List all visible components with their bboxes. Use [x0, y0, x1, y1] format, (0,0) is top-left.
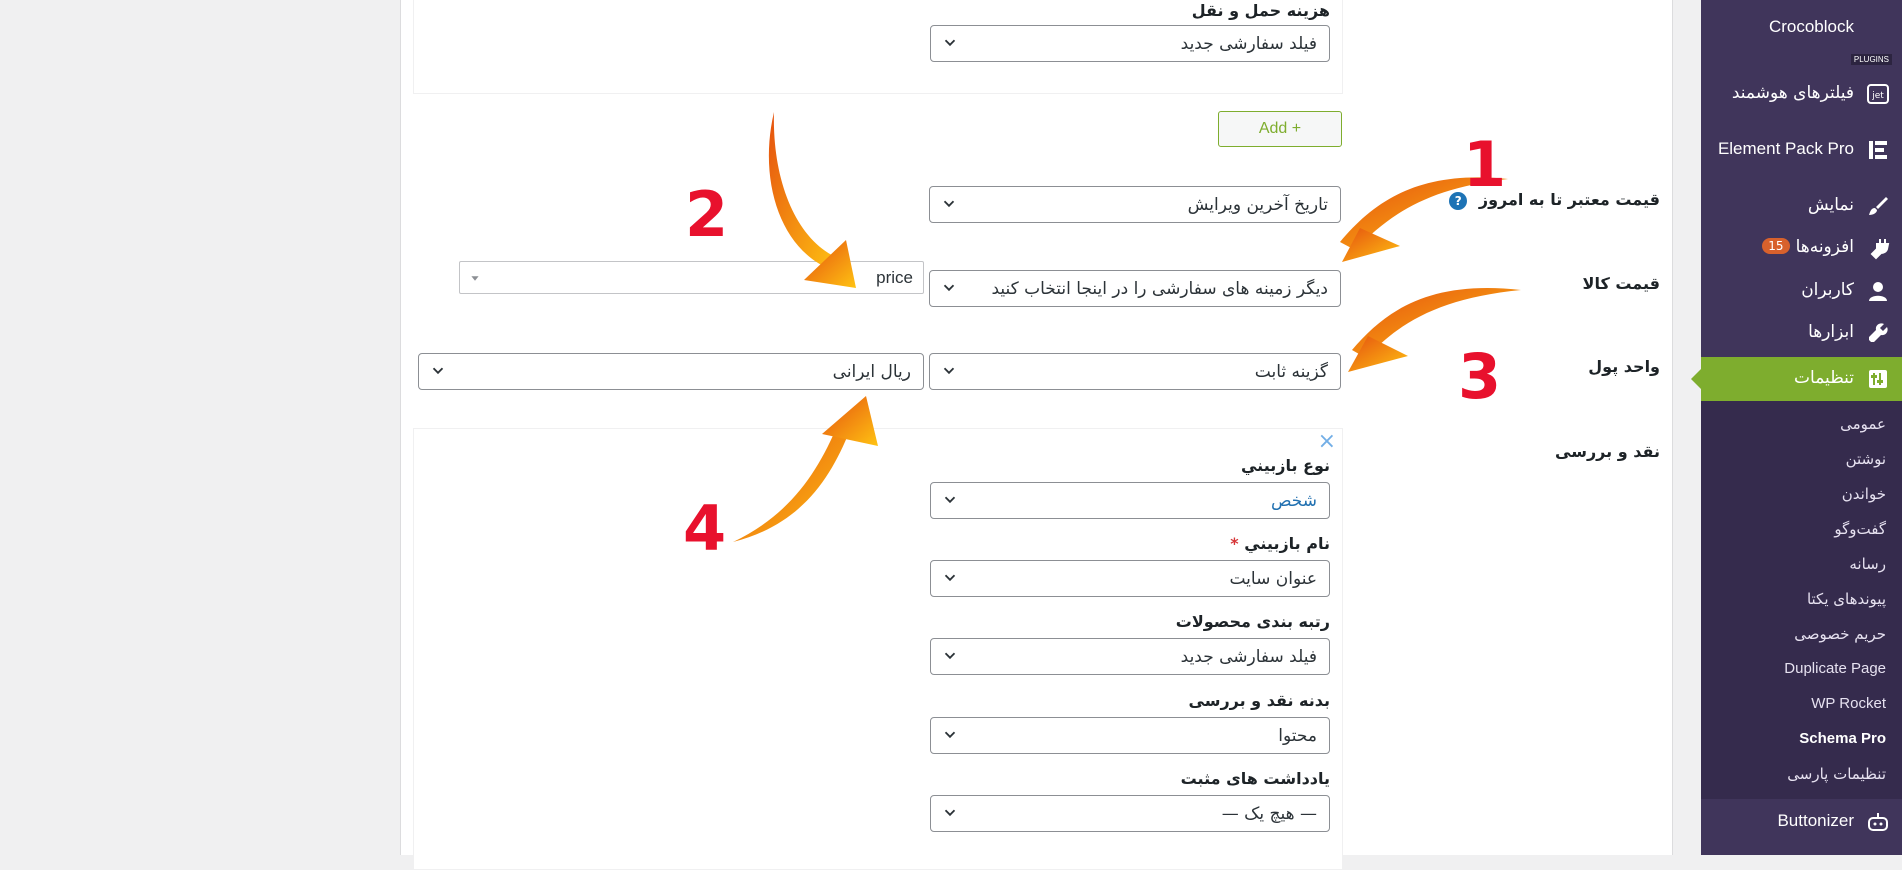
product-rating-select[interactable]: فیلد سفارشی جدید	[930, 638, 1330, 675]
required-star: *	[1230, 534, 1239, 553]
callout-2: 2	[685, 178, 729, 251]
sidebar-item-users[interactable]: کاربران	[1701, 271, 1902, 311]
submenu-item[interactable]: پیوندهای یکتا	[1701, 585, 1902, 615]
element-pack-icon	[1869, 141, 1887, 159]
reviewer-name-select[interactable]: عنوان سایت	[930, 560, 1330, 597]
review-box: × نوع بازبيني شخص نام بازبيني * عنوان سا…	[413, 428, 1343, 870]
product-rating-label: رتبه بندی محصولات	[1175, 612, 1330, 631]
callout-3: 3	[1458, 340, 1502, 413]
settings-submenu: عمومی نوشتن خواندن گفت‌وگو رسانه پیوندها…	[1701, 401, 1902, 799]
chevron-down-icon	[944, 652, 956, 660]
submenu-item[interactable]: تنظیمات پارسی	[1701, 760, 1902, 790]
review-type-label: نوع بازبيني	[1240, 456, 1330, 475]
submenu-item[interactable]: WP Rocket	[1701, 690, 1902, 720]
review-type-select[interactable]: شخص	[930, 482, 1330, 519]
crocoblock-icon	[1875, 20, 1883, 36]
callout-4: 4	[683, 492, 727, 565]
sidebar-item-buttonizer[interactable]: Buttonizer	[1701, 802, 1902, 842]
chevron-down-icon	[944, 39, 956, 47]
currency-label: واحد پول	[1588, 357, 1660, 376]
positive-notes-label: يادداشت های مثبت	[1180, 769, 1330, 788]
add-button[interactable]: Add +	[1218, 111, 1342, 147]
chevron-down-icon	[943, 284, 955, 292]
positive-notes-select[interactable]: — هیچ یک —	[930, 795, 1330, 832]
sidebar-item-crocoblock[interactable]: Crocoblock	[1701, 8, 1902, 48]
user-icon	[1869, 282, 1887, 301]
sidebar-item-appearance[interactable]: نمایش	[1701, 186, 1902, 226]
submenu-item[interactable]: عمومی	[1701, 410, 1902, 440]
caret-down-icon	[471, 276, 479, 281]
submenu-item[interactable]: رسانه	[1701, 550, 1902, 580]
close-icon[interactable]: ×	[1318, 429, 1336, 454]
currency-value-select[interactable]: ریال ایرانی	[418, 353, 924, 390]
chevron-down-icon	[943, 367, 955, 375]
submenu-item[interactable]: Duplicate Page	[1701, 655, 1902, 685]
active-pointer	[1691, 369, 1701, 389]
product-price-label: قیمت کالا	[1582, 274, 1660, 293]
plugins-tag: PLUGINS	[1850, 54, 1892, 65]
submenu-item[interactable]: نوشتن	[1701, 445, 1902, 475]
settings-icon	[1869, 370, 1887, 388]
sidebar-item-settings[interactable]: تنظیمات	[1691, 357, 1902, 401]
submenu-item[interactable]: حریم خصوصی	[1701, 620, 1902, 650]
brush-icon	[1869, 197, 1888, 215]
sidebar-item-plugins[interactable]: افزونه‌ها15	[1701, 228, 1902, 268]
chevron-down-icon	[944, 809, 956, 817]
shipping-label: هزینه حمل و نقل	[1191, 1, 1330, 20]
wrench-icon	[1869, 323, 1888, 342]
review-label: نقد و بررسی	[1555, 442, 1660, 461]
shipping-box: هزینه حمل و نقل فیلد سفارشی جدید	[413, 0, 1343, 94]
svg-text:jet: jet	[1871, 91, 1884, 101]
buttonizer-icon	[1868, 813, 1888, 831]
reviewer-name-label: نام بازبيني *	[1230, 534, 1330, 553]
price-source-select[interactable]: دیگر زمینه های سفارشی را در اینجا انتخاب…	[929, 270, 1341, 307]
callout-1: 1	[1463, 128, 1507, 201]
plugin-icon	[1870, 239, 1890, 260]
sidebar-item-element-pack[interactable]: Element Pack Pro	[1701, 130, 1902, 170]
currency-type-select[interactable]: گزینه ثابت	[929, 353, 1341, 390]
submenu-item[interactable]: خواندن	[1701, 480, 1902, 510]
admin-sidebar: Crocoblock PLUGINS فیلترهای هوشمند jet E…	[1691, 0, 1902, 855]
submenu-item[interactable]: گفت‌وگو	[1701, 515, 1902, 545]
sidebar-item-smart-filters[interactable]: فیلترهای هوشمند jet	[1701, 74, 1902, 114]
jet-icon: jet	[1867, 84, 1889, 104]
sidebar-item-tools[interactable]: ابزارها	[1701, 313, 1902, 353]
price-field-select[interactable]: price	[459, 261, 924, 294]
shipping-select[interactable]: فیلد سفارشی جدید	[930, 25, 1330, 62]
valid-until-select[interactable]: تاریخ آخرین ویرایش	[929, 186, 1341, 223]
chevron-down-icon	[944, 731, 956, 739]
review-body-select[interactable]: محتوا	[930, 717, 1330, 754]
submenu-item-current[interactable]: Schema Pro	[1701, 725, 1902, 755]
chevron-down-icon	[944, 574, 956, 582]
review-body-label: بدنه نقد و بررسی	[1188, 691, 1330, 710]
chevron-down-icon	[432, 367, 444, 375]
chevron-down-icon	[943, 200, 955, 208]
update-badge: 15	[1762, 238, 1790, 254]
chevron-down-icon	[944, 496, 956, 504]
